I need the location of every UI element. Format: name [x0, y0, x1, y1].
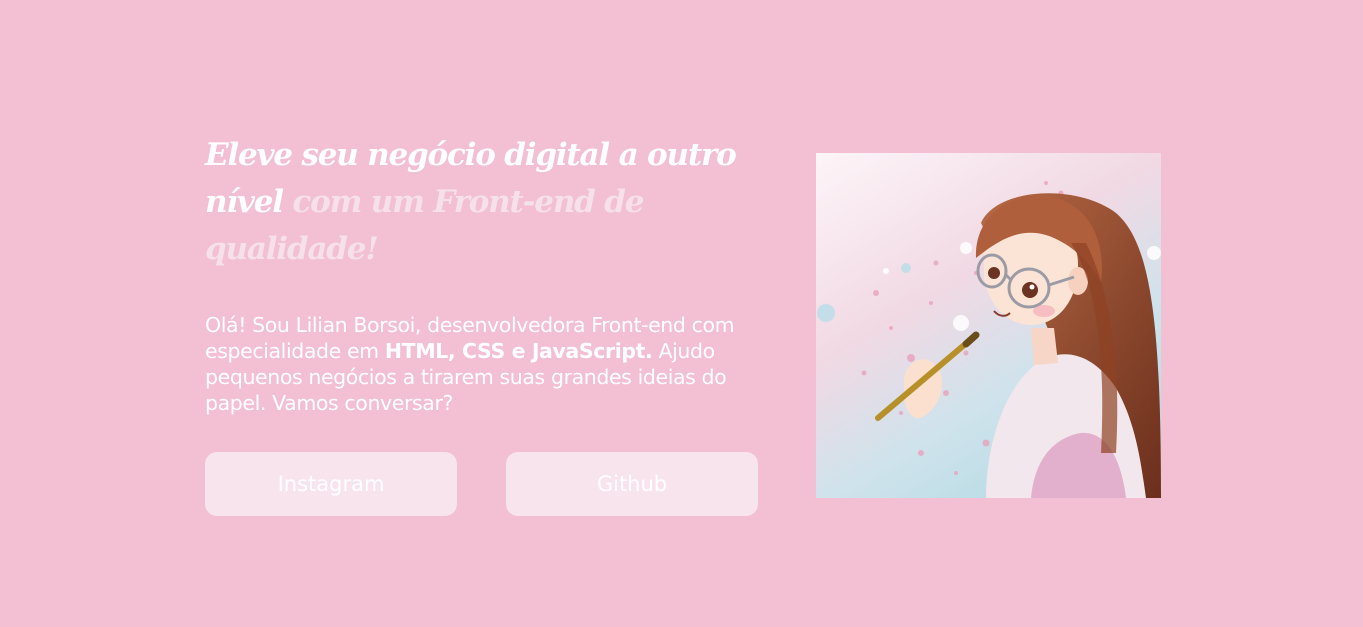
hero-intro: Olá! Sou Lilian Borsoi, desenvolvedora F…	[205, 312, 765, 416]
github-button[interactable]: Github	[506, 452, 758, 516]
hero-headline: Eleve seu negócio digital a outro nível …	[205, 132, 765, 273]
intro-skills: HTML, CSS e JavaScript.	[384, 339, 653, 363]
girl-with-paintbrush-icon	[816, 153, 1161, 498]
instagram-button[interactable]: Instagram	[205, 452, 457, 516]
portrait-illustration	[816, 153, 1161, 498]
